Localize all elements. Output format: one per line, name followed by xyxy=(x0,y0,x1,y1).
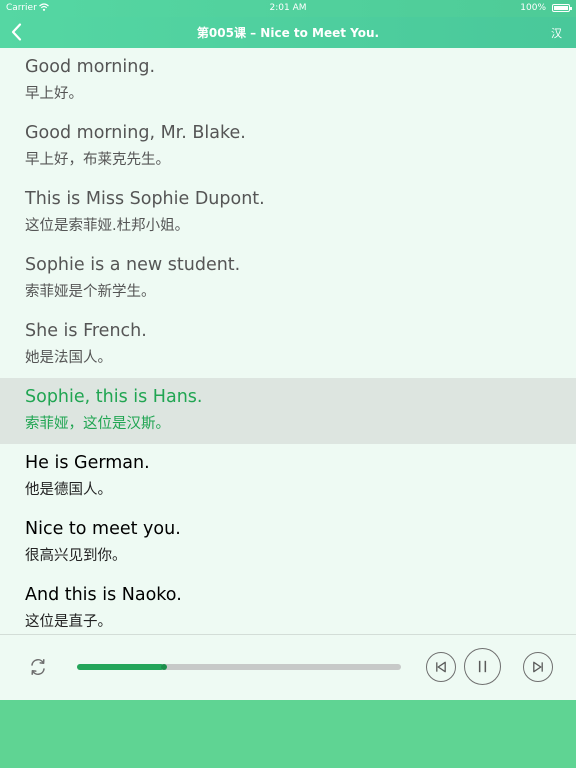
sentence-row[interactable]: Good morning, Mr. Blake. 早上好，布莱克先生。 xyxy=(0,114,576,180)
sentence-row[interactable]: He is German. 他是德国人。 xyxy=(0,444,576,510)
sentence-chinese: 索菲娅，这位是汉斯。 xyxy=(25,416,170,432)
battery-percent: 100% xyxy=(520,3,546,13)
sentence-chinese: 这位是直子。 xyxy=(25,614,112,630)
sentence-row[interactable]: Nice to meet you. 很高兴见到你。 xyxy=(0,510,576,576)
nav-bar: 第005课 – Nice to Meet You. 汉 xyxy=(0,17,576,48)
sentence-chinese: 她是法国人。 xyxy=(25,350,112,366)
sentence-english: She is French. xyxy=(25,321,147,341)
sentence-row[interactable]: Good morning. 早上好。 xyxy=(0,48,576,114)
status-bar: Carrier 2:01 AM 100% xyxy=(0,0,576,17)
sentence-chinese: 他是德国人。 xyxy=(25,482,112,498)
sentence-row[interactable]: She is French. 她是法国人。 xyxy=(0,312,576,378)
chevron-left-icon xyxy=(11,23,22,41)
repeat-button[interactable] xyxy=(26,655,50,679)
progress-slider[interactable] xyxy=(77,664,401,670)
sentence-row[interactable]: And this is Naoko. 这位是直子。 xyxy=(0,576,576,634)
sentence-chinese: 早上好，布莱克先生。 xyxy=(25,152,170,168)
sentence-chinese: 这位是索菲娅.杜邦小姐。 xyxy=(25,218,190,234)
sentence-english: Nice to meet you. xyxy=(25,519,181,539)
next-sentence-button[interactable] xyxy=(523,652,553,682)
pause-button[interactable] xyxy=(464,648,501,685)
previous-sentence-button[interactable] xyxy=(426,652,456,682)
transcript-list[interactable]: Good morning. 早上好。 Good morning, Mr. Bla… xyxy=(0,48,576,634)
sentence-english: He is German. xyxy=(25,453,150,473)
sentence-row-current[interactable]: Sophie, this is Hans. 索菲娅，这位是汉斯。 xyxy=(0,378,576,444)
sentence-chinese: 很高兴见到你。 xyxy=(25,548,127,564)
battery-icon xyxy=(552,4,572,12)
sentence-english: This is Miss Sophie Dupont. xyxy=(25,189,265,209)
sentence-english: Sophie, this is Hans. xyxy=(25,387,203,407)
status-time: 2:01 AM xyxy=(269,3,307,13)
lesson-title: 第005课 – Nice to Meet You. xyxy=(196,26,380,40)
bottom-band xyxy=(0,700,576,768)
sentence-row[interactable]: Sophie is a new student. 索菲娅是个新学生。 xyxy=(0,246,576,312)
sentence-english: And this is Naoko. xyxy=(25,585,182,605)
skip-next-icon xyxy=(533,661,543,673)
progress-fill xyxy=(77,664,165,670)
sentence-english: Good morning. xyxy=(25,57,156,77)
sentence-chinese: 早上好。 xyxy=(25,86,83,102)
skip-previous-icon xyxy=(436,661,446,673)
sentence-row[interactable]: This is Miss Sophie Dupont. 这位是索菲娅.杜邦小姐。 xyxy=(0,180,576,246)
progress-handle[interactable] xyxy=(161,664,168,670)
player-bar xyxy=(0,634,576,700)
sentence-english: Sophie is a new student. xyxy=(25,255,241,275)
repeat-icon xyxy=(31,659,45,675)
sentence-english: Good morning, Mr. Blake. xyxy=(25,123,246,143)
pause-icon xyxy=(478,660,487,673)
sentence-chinese: 索菲娅是个新学生。 xyxy=(25,284,156,300)
language-toggle-button[interactable]: 汉 xyxy=(551,25,562,41)
back-button[interactable] xyxy=(6,21,28,43)
